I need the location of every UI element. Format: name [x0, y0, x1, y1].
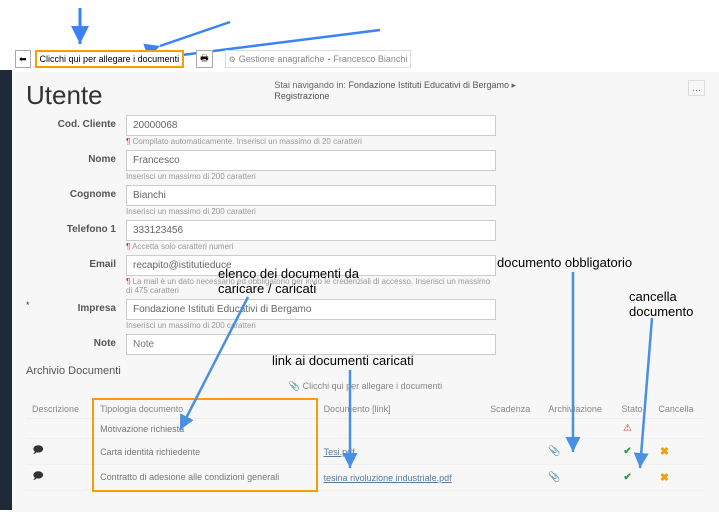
input-email[interactable]: [126, 255, 496, 276]
hint-nome: Inserisci un massimo di 200 caratteri: [126, 172, 496, 181]
check-icon: ✔: [622, 446, 634, 457]
comment-icon[interactable]: 🗩: [32, 443, 44, 460]
table-row: 🗩 Contratto di adesione alle condizioni …: [26, 465, 705, 491]
check-icon: ✔: [622, 472, 634, 483]
label-impresa: Impresa: [26, 299, 126, 314]
label-telefono: Telefono 1: [26, 220, 126, 235]
document-link[interactable]: Tesi.pdf: [324, 447, 355, 457]
context-section: Gestione anagrafiche: [239, 54, 325, 64]
col-stato: Stato: [616, 399, 653, 419]
paperclip-icon: 📎: [289, 381, 300, 391]
breadcrumb-org[interactable]: Fondazione Istituti Educativi di Bergamo: [348, 80, 509, 90]
hint-cognome: Inserisci un massimo di 200 caratteri: [126, 207, 496, 216]
col-scadenza: Scadenza: [484, 399, 542, 419]
input-nome[interactable]: [126, 150, 496, 171]
attach-documents-button[interactable]: Clicchi qui per allegare i documenti: [35, 50, 185, 68]
table-header-row: Descrizione Tipologia documento Document…: [26, 399, 705, 419]
hint-telefono: Accetta solo caratteri numeri: [132, 242, 233, 251]
attach-link-center[interactable]: 📎 Clicchi qui per allegare i documenti: [12, 377, 719, 398]
cell-tipologia: Carta identità richiedente: [93, 439, 316, 465]
table-row: 🗩 Carta identità richiedente Tesi.pdf 📎 …: [26, 439, 705, 465]
hint-cod-cliente: Compilato automaticamente. Inserisci un …: [133, 137, 362, 146]
col-documento: Documento [link]: [317, 399, 485, 419]
col-descrizione: Descrizione: [26, 399, 93, 419]
col-cancella: Cancella: [652, 399, 705, 419]
label-nome: Nome: [26, 150, 126, 165]
breadcrumb-prefix: Stai navigando in:: [274, 80, 346, 90]
back-button[interactable]: ⬅: [15, 50, 31, 68]
context-chip: ⚙ Gestione anagrafiche - Francesco Bianc…: [225, 50, 412, 68]
context-user: Francesco Bianchi: [333, 54, 407, 64]
warning-icon: ⚠: [622, 423, 634, 434]
documents-table: Descrizione Tipologia documento Document…: [26, 398, 705, 492]
label-cod-cliente: Cod. Cliente: [26, 115, 126, 130]
more-button[interactable]: ...: [688, 80, 705, 96]
delete-icon[interactable]: ✖: [658, 471, 670, 484]
comment-icon[interactable]: 🗩: [32, 469, 44, 486]
label-email: Email: [26, 255, 126, 270]
input-impresa[interactable]: [126, 299, 496, 320]
label-note: Note: [26, 334, 126, 349]
left-rail: [0, 70, 12, 510]
col-archiviazione: Archiviazione: [542, 399, 615, 419]
required-marker: *: [26, 300, 30, 310]
delete-icon[interactable]: ✖: [658, 445, 670, 458]
print-button[interactable]: 🖶: [196, 50, 213, 68]
paperclip-icon[interactable]: 📎: [548, 446, 560, 457]
document-link[interactable]: tesina rivoluzione industriale.pdf: [324, 473, 452, 483]
cell-tipologia: Motivazione richiesta: [93, 419, 316, 439]
input-cognome[interactable]: [126, 185, 496, 206]
page-title: Utente: [26, 80, 103, 111]
input-note[interactable]: [126, 334, 496, 355]
hint-impresa: Inserisci un massimo di 200 caratteri: [126, 321, 496, 330]
table-row: Motivazione richiesta ⚠: [26, 419, 705, 439]
input-telefono[interactable]: [126, 220, 496, 241]
label-cognome: Cognome: [26, 185, 126, 200]
print-icon: 🖶: [200, 51, 209, 67]
breadcrumb-step[interactable]: Registrazione: [274, 91, 516, 101]
col-tipologia: Tipologia documento: [93, 399, 316, 419]
hint-email: La mail è un dato necessario ed obbligat…: [126, 277, 490, 295]
breadcrumb: Stai navigando in: Fondazione Istituti E…: [274, 80, 516, 101]
archive-title: Archivio Documenti: [12, 359, 719, 377]
paperclip-icon[interactable]: 📎: [548, 472, 560, 483]
back-icon: ⬅: [19, 54, 27, 65]
input-cod-cliente[interactable]: [126, 115, 496, 136]
cell-tipologia: Contratto di adesione alle condizioni ge…: [93, 465, 316, 491]
